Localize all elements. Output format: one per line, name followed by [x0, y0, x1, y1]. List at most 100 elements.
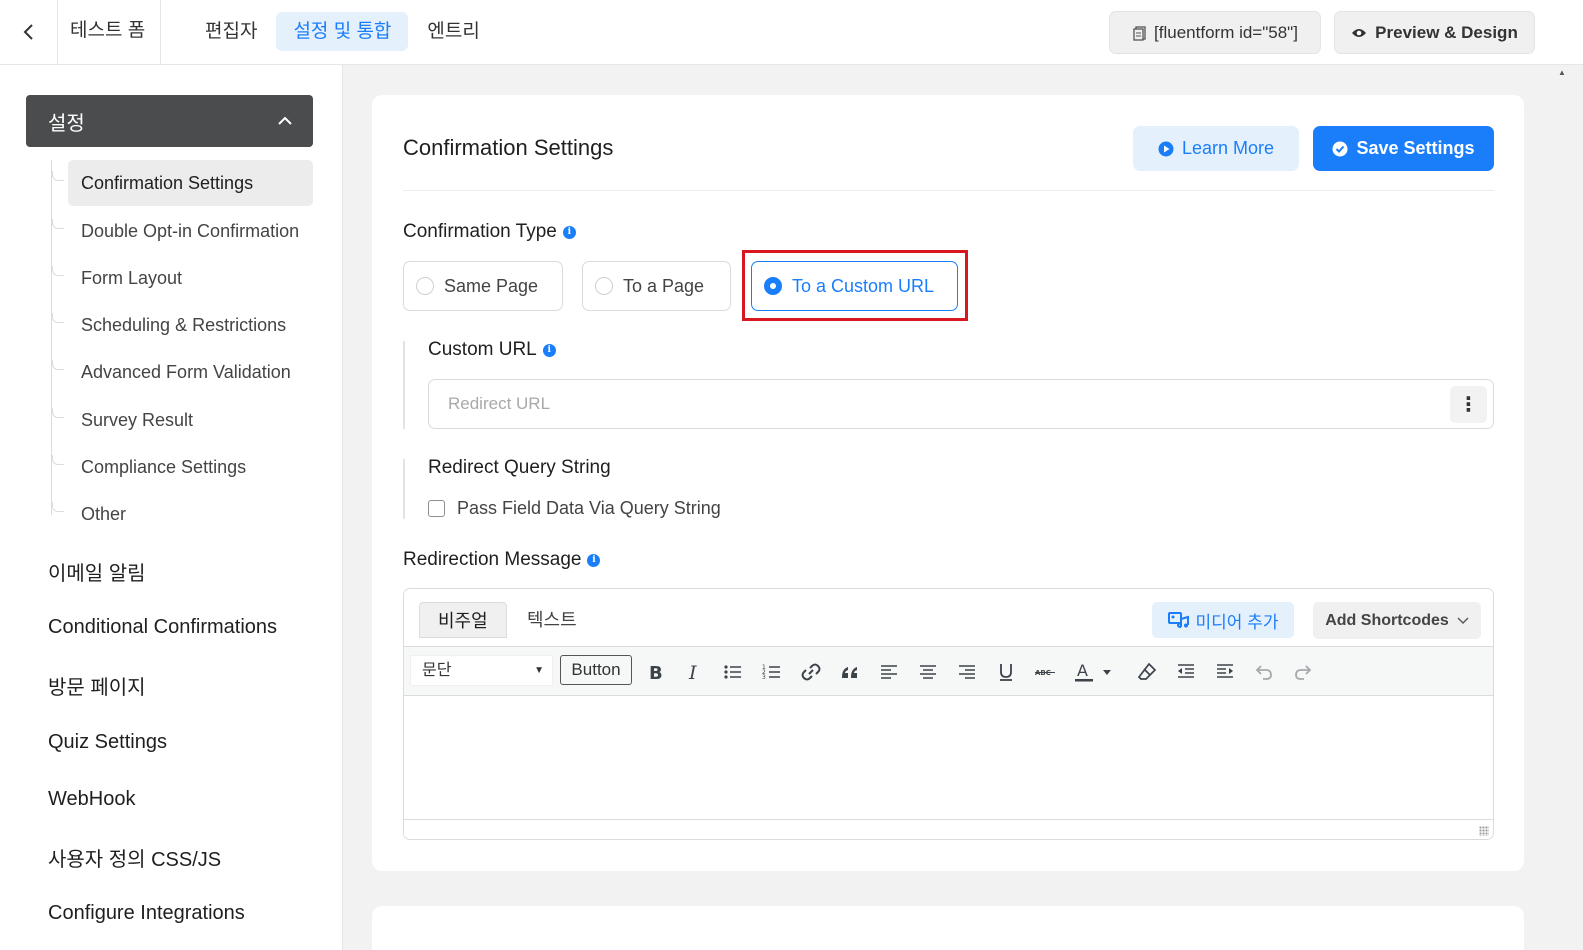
tab-entries[interactable]: 엔트리 — [410, 12, 496, 51]
tab-editor[interactable]: 편집자 — [188, 12, 274, 51]
italic-icon[interactable]: I — [679, 657, 709, 687]
sidebar-item-custom-css-js[interactable]: 사용자 정의 CSS/JS — [48, 843, 221, 872]
indent-icon[interactable] — [1210, 657, 1240, 687]
pass-field-data-checkbox-row[interactable]: Pass Field Data Via Query String — [428, 498, 721, 519]
resize-handle-icon[interactable] — [1479, 826, 1489, 836]
more-options-icon[interactable]: ⋮ — [1450, 385, 1487, 423]
settings-section-header[interactable]: 설정 — [26, 95, 313, 147]
sidebar-item-double-opt-in[interactable]: Double Opt-in Confirmation — [68, 208, 313, 254]
add-media-label: 미디어 추가 — [1195, 612, 1279, 632]
save-settings-button[interactable]: Save Settings — [1313, 126, 1494, 171]
sidebar-item-other[interactable]: Other — [68, 491, 313, 537]
sidebar-item-scheduling[interactable]: Scheduling & Restrictions — [68, 302, 313, 348]
editor-content-area[interactable] — [404, 697, 1493, 820]
underline-icon[interactable] — [991, 657, 1021, 687]
sidebar-item-survey-result[interactable]: Survey Result — [68, 397, 313, 443]
panel-divider — [403, 190, 1494, 191]
bold-icon[interactable]: B — [640, 657, 670, 687]
sidebar-item-configure-integrations[interactable]: Configure Integrations — [48, 902, 245, 925]
custom-url-text: Custom URL — [428, 339, 537, 360]
title-divider — [160, 0, 161, 64]
tree-tick — [52, 171, 64, 181]
svg-text:3: 3 — [762, 674, 766, 681]
tree-tick — [52, 266, 64, 276]
learn-more-button[interactable]: Learn More — [1133, 126, 1299, 171]
numbered-list-icon[interactable]: 123 — [757, 657, 787, 687]
editor-tabs: 비주얼 텍스트 미디어 추가 Add Shortcodes — [404, 589, 1493, 645]
svg-text:B: B — [649, 663, 663, 683]
sidebar-item-confirmation-settings[interactable]: Confirmation Settings — [68, 160, 313, 206]
redirect-url-input[interactable] — [429, 380, 1450, 428]
info-icon[interactable]: i — [587, 553, 601, 567]
confirmation-type-text: Confirmation Type — [403, 221, 557, 242]
radio-circle — [416, 277, 434, 295]
indent-line — [403, 459, 405, 519]
tab-text[interactable]: 텍스트 — [509, 602, 595, 638]
shortcode-copy-button[interactable]: [fluentform id="58"] — [1109, 11, 1321, 54]
learn-more-label: Learn More — [1181, 138, 1275, 158]
tab-settings-integrations[interactable]: 설정 및 통합 — [276, 12, 409, 51]
option-to-a-page[interactable]: To a Page — [582, 261, 731, 311]
align-center-icon[interactable] — [913, 657, 943, 687]
copy-icon — [1133, 25, 1146, 41]
sidebar-item-conditional-confirmations[interactable]: Conditional Confirmations — [48, 616, 277, 639]
strikethrough-icon[interactable]: ABC — [1030, 657, 1060, 687]
sidebar-item-quiz-settings[interactable]: Quiz Settings — [48, 731, 167, 754]
bullet-list-icon[interactable] — [718, 657, 748, 687]
back-button[interactable] — [0, 0, 58, 64]
sidebar-item-form-layout[interactable]: Form Layout — [68, 255, 313, 301]
next-settings-panel — [372, 906, 1524, 950]
form-title: 테스트 폼 — [70, 20, 146, 41]
tree-tick — [52, 502, 64, 512]
scroll-up-arrow[interactable]: ▲ — [1558, 68, 1566, 77]
preview-design-button[interactable]: Preview & Design — [1334, 11, 1535, 54]
editor-status-bar — [404, 819, 1493, 839]
pass-field-data-checkbox[interactable] — [428, 500, 445, 517]
tab-visual[interactable]: 비주얼 — [419, 602, 507, 638]
align-right-icon[interactable] — [952, 657, 982, 687]
add-media-button[interactable]: 미디어 추가 — [1152, 602, 1294, 638]
redirect-query-string-label: Redirect Query String — [428, 457, 611, 479]
clear-formatting-icon[interactable] — [1132, 657, 1162, 687]
panel-title: Confirmation Settings — [403, 135, 614, 160]
tree-tick — [52, 313, 64, 323]
editor-toolbar: 문단 Button B I 123 ABC A — [404, 646, 1493, 696]
settings-sidebar: 설정 Confirmation Settings Double Opt-in C… — [0, 65, 343, 950]
option-same-page[interactable]: Same Page — [403, 261, 563, 311]
sidebar-item-email-notifications[interactable]: 이메일 알림 — [48, 557, 146, 586]
paragraph-format-select[interactable]: 문단 — [410, 655, 553, 686]
highlight-box — [742, 250, 968, 321]
info-icon[interactable]: i — [562, 225, 576, 239]
top-tabs: 편집자 설정 및 통합 엔트리 — [188, 12, 497, 51]
redirect-query-string-text: Redirect Query String — [428, 457, 611, 478]
text-color-icon[interactable]: A — [1069, 657, 1099, 687]
blockquote-icon[interactable] — [835, 657, 865, 687]
align-left-icon[interactable] — [874, 657, 904, 687]
eye-icon — [1352, 28, 1367, 37]
media-icon — [1167, 612, 1189, 628]
redo-icon[interactable] — [1288, 657, 1318, 687]
save-settings-label: Save Settings — [1356, 138, 1475, 158]
outdent-icon[interactable] — [1171, 657, 1201, 687]
add-shortcodes-button[interactable]: Add Shortcodes — [1313, 602, 1481, 639]
option-label: To a Page — [623, 275, 705, 296]
sidebar-item-advanced-validation[interactable]: Advanced Form Validation — [68, 349, 313, 395]
redirection-message-label: Redirection Message i — [403, 549, 601, 571]
sidebar-item-landing-page[interactable]: 방문 페이지 — [48, 671, 146, 700]
preview-label: Preview & Design — [1375, 22, 1518, 42]
undo-icon[interactable] — [1249, 657, 1279, 687]
svg-text:A: A — [1077, 661, 1088, 680]
text-color-dropdown-icon[interactable] — [1098, 657, 1116, 687]
check-circle-icon — [1332, 141, 1348, 156]
play-circle-icon — [1158, 141, 1174, 156]
info-icon[interactable]: i — [542, 343, 556, 357]
svg-text:I: I — [688, 662, 697, 683]
tree-tick — [52, 219, 64, 229]
rich-text-editor: 비주얼 텍스트 미디어 추가 Add Shortcodes 문단 Button … — [403, 588, 1494, 840]
sidebar-item-compliance[interactable]: Compliance Settings — [68, 444, 313, 490]
custom-url-field: ⋮ — [428, 379, 1494, 429]
settings-header-label: 설정 — [48, 112, 85, 135]
sidebar-item-webhook[interactable]: WebHook — [48, 788, 135, 811]
link-icon[interactable] — [796, 657, 826, 687]
insert-button-chip[interactable]: Button — [560, 655, 632, 685]
